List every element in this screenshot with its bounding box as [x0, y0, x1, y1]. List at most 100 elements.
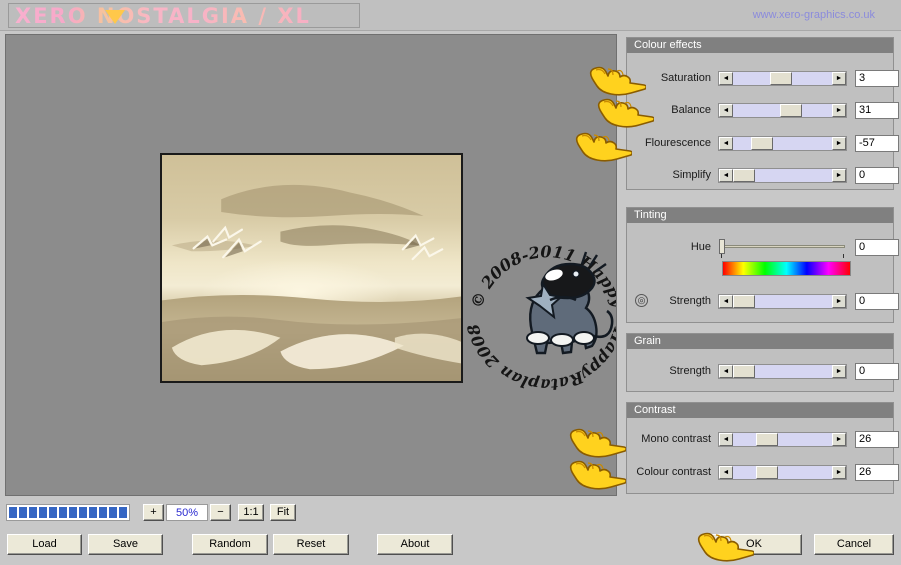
- progress-segment: [99, 507, 107, 518]
- reset-button[interactable]: Reset: [273, 534, 349, 555]
- hue-spectrum-bar[interactable]: [722, 261, 851, 276]
- save-button[interactable]: Save: [88, 534, 163, 555]
- random-button[interactable]: Random: [192, 534, 268, 555]
- value-saturation[interactable]: 3: [855, 69, 899, 87]
- progress-segment: [9, 507, 17, 518]
- title-bar: XERO NOSTALGIA / XL www.xero-graphics.co…: [0, 0, 901, 31]
- hue-slider-thumb[interactable]: [719, 239, 725, 254]
- slider-right-arrow-icon[interactable]: ►: [832, 71, 846, 85]
- slider-thumb[interactable]: [769, 71, 792, 85]
- row-tint-strength: Strength ◄ ► 0: [630, 292, 899, 310]
- row-balance: Balance ◄ ► 31: [630, 101, 899, 119]
- slider-thumb[interactable]: [733, 364, 755, 378]
- load-button[interactable]: Load: [7, 534, 82, 555]
- zoom-in-button[interactable]: +: [143, 504, 164, 521]
- slider-colour-contrast[interactable]: ◄ ►: [718, 464, 847, 480]
- group-title-tinting: Tinting: [627, 208, 893, 223]
- slider-left-arrow-icon[interactable]: ◄: [719, 364, 733, 378]
- slider-right-arrow-icon[interactable]: ►: [832, 465, 846, 479]
- slider-simplify[interactable]: ◄ ►: [718, 167, 847, 183]
- slider-mono-contrast[interactable]: ◄ ►: [718, 431, 847, 447]
- row-hue: Hue 0: [630, 238, 899, 258]
- value-flourescence[interactable]: -57: [855, 134, 899, 152]
- value-simplify[interactable]: 0: [855, 166, 899, 184]
- zoom-fit-button[interactable]: Fit: [270, 504, 296, 521]
- slider-thumb[interactable]: [751, 136, 774, 150]
- slider-flourescence[interactable]: ◄ ►: [718, 135, 847, 151]
- preview-image[interactable]: [160, 153, 463, 383]
- value-tint-strength[interactable]: 0: [855, 292, 899, 310]
- slider-right-arrow-icon[interactable]: ►: [832, 168, 846, 182]
- slider-right-arrow-icon[interactable]: ►: [832, 136, 846, 150]
- slider-left-arrow-icon[interactable]: ◄: [719, 294, 733, 308]
- slider-hue[interactable]: [718, 239, 847, 258]
- label-colour-contrast: Colour contrast: [636, 466, 711, 478]
- slider-thumb[interactable]: [756, 432, 779, 446]
- value-hue[interactable]: 0: [855, 238, 899, 256]
- slider-tint-strength[interactable]: ◄ ►: [718, 293, 847, 309]
- preview-pane[interactable]: © 2008-2011 HappyRataplan HappyRataplan …: [5, 34, 617, 496]
- slider-left-arrow-icon[interactable]: ◄: [719, 168, 733, 182]
- watermark-stamp: © 2008-2011 HappyRataplan HappyRataplan …: [458, 207, 617, 394]
- slider-right-arrow-icon[interactable]: ►: [832, 364, 846, 378]
- slider-left-arrow-icon[interactable]: ◄: [719, 465, 733, 479]
- label-simplify: Simplify: [672, 169, 711, 181]
- slider-left-arrow-icon[interactable]: ◄: [719, 103, 733, 117]
- hue-track-line: [722, 245, 845, 248]
- slider-track[interactable]: [733, 465, 832, 479]
- app-logo: XERO NOSTALGIA / XL: [8, 3, 360, 28]
- slider-track[interactable]: [733, 136, 832, 150]
- value-grain-strength[interactable]: 0: [855, 362, 899, 380]
- progress-segment: [119, 507, 127, 518]
- row-grain-strength: Strength ◄ ► 0: [630, 362, 899, 380]
- slider-left-arrow-icon[interactable]: ◄: [719, 71, 733, 85]
- slider-track[interactable]: [733, 364, 832, 378]
- zoom-actual-size-button[interactable]: 1:1: [238, 504, 264, 521]
- row-colour-contrast: Colour contrast ◄ ► 26: [626, 463, 899, 481]
- slider-track[interactable]: [733, 432, 832, 446]
- website-url[interactable]: www.xero-graphics.co.uk: [753, 9, 875, 21]
- zoom-level-value[interactable]: 50%: [166, 504, 208, 521]
- value-balance[interactable]: 31: [855, 101, 899, 119]
- progress-segment: [39, 507, 47, 518]
- slider-left-arrow-icon[interactable]: ◄: [719, 432, 733, 446]
- label-saturation: Saturation: [660, 72, 711, 84]
- row-mono-contrast: Mono contrast ◄ ► 26: [626, 430, 899, 448]
- value-colour-contrast[interactable]: 26: [855, 463, 899, 481]
- progress-segment: [69, 507, 77, 518]
- zoom-out-button[interactable]: −: [210, 504, 231, 521]
- app-logo-text: XERO NOSTALGIA / XL: [15, 4, 311, 28]
- slider-thumb[interactable]: [733, 168, 755, 182]
- progress-segment: [59, 507, 67, 518]
- label-mono-contrast: Mono contrast: [641, 433, 711, 445]
- slider-track[interactable]: [733, 71, 832, 85]
- slider-grain-strength[interactable]: ◄ ►: [718, 363, 847, 379]
- slider-track[interactable]: [733, 168, 832, 182]
- ok-button[interactable]: OK: [706, 534, 802, 555]
- progress-bar: [6, 504, 130, 521]
- slider-right-arrow-icon[interactable]: ►: [832, 432, 846, 446]
- progress-segment: [19, 507, 27, 518]
- slider-thumb[interactable]: [756, 465, 779, 479]
- group-title-contrast: Contrast: [627, 403, 893, 418]
- slider-track[interactable]: [733, 103, 832, 117]
- slider-saturation[interactable]: ◄ ►: [718, 70, 847, 86]
- label-hue: Hue: [690, 241, 711, 253]
- group-title-grain: Grain: [627, 334, 893, 349]
- progress-segment: [29, 507, 37, 518]
- slider-left-arrow-icon[interactable]: ◄: [719, 136, 733, 150]
- about-button[interactable]: About: [377, 534, 453, 555]
- svg-text:© 2008-2011 HappyRataplan: © 2008-2011 HappyRataplan: [458, 207, 617, 311]
- slider-track[interactable]: [733, 294, 832, 308]
- hue-tick-right: [843, 254, 844, 258]
- slider-right-arrow-icon[interactable]: ►: [832, 294, 846, 308]
- slider-thumb[interactable]: [733, 294, 755, 308]
- slider-right-arrow-icon[interactable]: ►: [832, 103, 846, 117]
- svg-text:HappyRataplan 2008-2011: HappyRataplan 2008-2011: [458, 207, 617, 394]
- cancel-button[interactable]: Cancel: [814, 534, 894, 555]
- hue-tick-left: [721, 254, 722, 258]
- value-mono-contrast[interactable]: 26: [855, 430, 899, 448]
- row-saturation: Saturation ◄ ► 3: [630, 69, 899, 87]
- slider-balance[interactable]: ◄ ►: [718, 102, 847, 118]
- slider-thumb[interactable]: [779, 103, 802, 117]
